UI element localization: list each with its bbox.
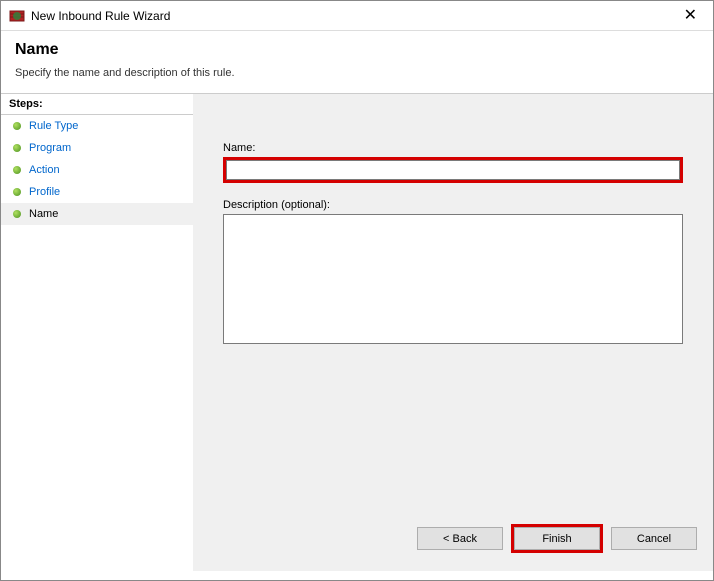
wizard-header: Name Specify the name and description of… [1,31,713,93]
description-field-row: Description (optional): [223,199,683,349]
close-button[interactable]: ✕ [676,8,705,24]
wizard-buttons: < Back Finish Cancel [417,524,697,553]
bullet-icon [13,122,21,130]
steps-sidebar: Steps: Rule Type Program Action Profile … [1,93,193,571]
finish-button[interactable]: Finish [514,527,600,550]
description-label: Description (optional): [223,199,683,211]
steps-heading: Steps: [1,94,193,115]
page-subtitle: Specify the name and description of this… [15,67,699,79]
step-action[interactable]: Action [1,159,193,181]
step-label: Program [29,142,71,154]
step-label: Rule Type [29,120,78,132]
name-label: Name: [223,142,683,154]
back-button[interactable]: < Back [417,527,503,550]
page-title: Name [15,41,699,59]
bullet-icon [13,188,21,196]
finish-highlight: Finish [511,524,603,553]
name-highlight [223,157,683,183]
name-input[interactable] [226,160,680,180]
bullet-icon [13,210,21,218]
bullet-icon [13,166,21,174]
main-panel: Name: Description (optional): < Back Fin… [193,93,713,571]
step-label: Profile [29,186,60,198]
cancel-button[interactable]: Cancel [611,527,697,550]
description-input[interactable] [223,214,683,344]
step-rule-type[interactable]: Rule Type [1,115,193,137]
step-label: Action [29,164,60,176]
step-program[interactable]: Program [1,137,193,159]
name-field-row: Name: [223,142,683,183]
step-name[interactable]: Name [1,203,193,225]
titlebar: New Inbound Rule Wizard ✕ [1,1,713,31]
bullet-icon [13,144,21,152]
step-label: Name [29,208,58,220]
step-profile[interactable]: Profile [1,181,193,203]
window-title: New Inbound Rule Wizard [31,9,676,23]
firewall-icon [9,8,25,24]
wizard-content: Steps: Rule Type Program Action Profile … [1,93,713,571]
